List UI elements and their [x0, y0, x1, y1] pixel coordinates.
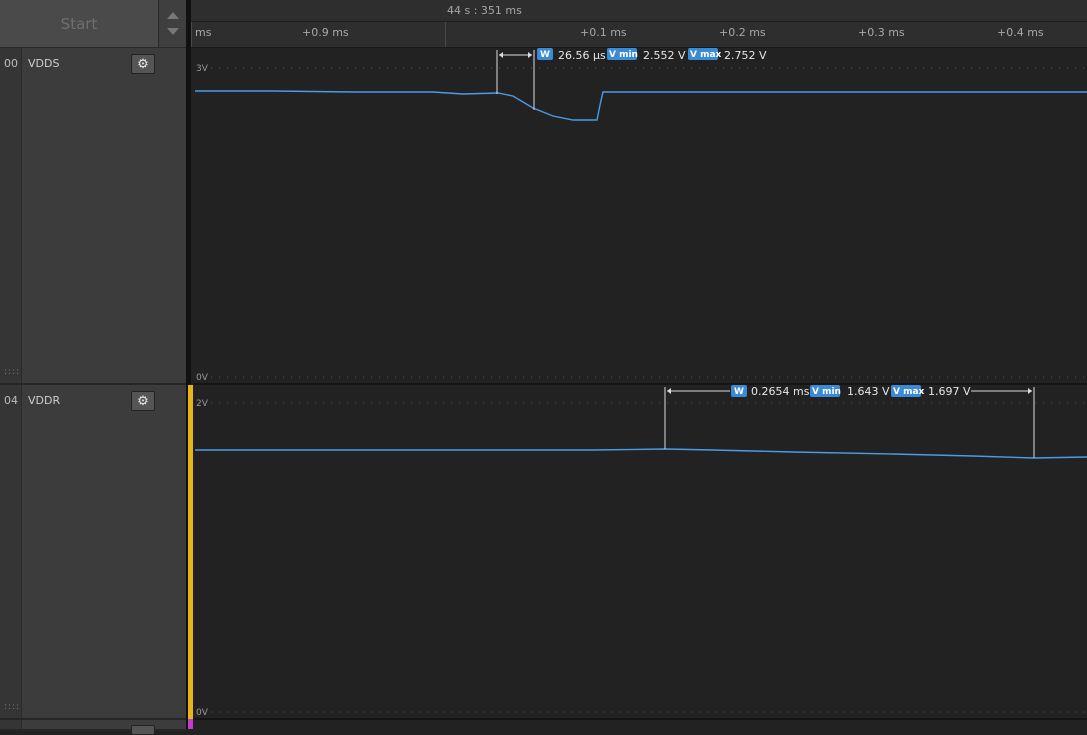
tick-label: +0.1 ms [580, 26, 627, 39]
measurement-readout[interactable]: W 0.2654 ms V min 1.643 V V max 1.697 V [731, 385, 971, 398]
voltage-trace [195, 90, 1087, 121]
channel-row-vddr[interactable]: 04 VDDR ⚙ :::: [0, 385, 186, 720]
measurement-readout[interactable]: W 26.56 µs V min 2.552 V V max 2.752 V [537, 48, 767, 62]
tick-label: +0.9 ms [302, 26, 349, 39]
resize-grip-icon[interactable]: :::: [4, 702, 20, 712]
voltage-trace [195, 448, 1087, 459]
gear-icon: ⚙ [137, 56, 149, 72]
vmin-tag-label: V min [609, 50, 638, 60]
channel-row-next[interactable] [0, 720, 186, 735]
y-axis-bottom-label: 0V [196, 708, 209, 718]
channel-row-vdds[interactable]: 00 VDDS ⚙ :::: [0, 48, 186, 385]
gear-icon: ⚙ [137, 393, 149, 409]
vmax-tag-label: V max [690, 50, 722, 60]
start-label: Start [60, 14, 98, 33]
channel-number-box: 00 [0, 48, 22, 383]
tick-line [445, 22, 446, 47]
waveform-canvas[interactable]: 3V 0V W 26.56 µs V min 2.552 V V max 2.7… [193, 48, 1087, 383]
waveform-plot-vdds[interactable]: 3V 0V W 26.56 µs V min 2.552 V V max 2.7… [193, 48, 1087, 385]
y-axis-bottom-label: 0V [196, 373, 209, 383]
tick-line [191, 22, 192, 47]
channel-number-box: 04 [0, 385, 22, 718]
timeline-ruler[interactable]: 44 s : 351 ms ms +0.9 ms +0.1 ms +0.2 ms… [191, 0, 1087, 48]
tick-label: ms [195, 26, 212, 39]
arrow-down-icon[interactable] [167, 28, 179, 35]
width-tag-label: W [540, 50, 550, 60]
start-button[interactable]: Start [0, 0, 158, 48]
channel-name: VDDR [28, 394, 61, 407]
vmax-value: 1.697 V [928, 385, 971, 398]
tick-label: +0.4 ms [997, 26, 1044, 39]
channel-settings-button[interactable]: ⚙ [131, 54, 155, 74]
arrow-up-icon[interactable] [167, 12, 179, 19]
width-tag-label: W [734, 387, 744, 397]
absolute-time-label: 44 s : 351 ms [447, 4, 522, 17]
vmin-value: 1.643 V [847, 385, 890, 398]
channel-name: VDDS [28, 57, 60, 70]
channel-number: 04 [4, 394, 18, 407]
channel-sidebar: Start 00 VDDS ⚙ :::: 04 VDDR ⚙ :::: [0, 0, 187, 735]
waveform-plot-vddr[interactable]: 2V 0V W 0.2654 ms V min 1.643 V V max 1.… [193, 385, 1087, 720]
vmin-value: 2.552 V [643, 49, 686, 62]
waveform-canvas[interactable]: 2V 0V W 0.2654 ms V min 1.643 V V max 1.… [193, 385, 1087, 718]
resize-grip-icon[interactable]: :::: [4, 367, 20, 377]
tick-label: +0.2 ms [719, 26, 766, 39]
width-value: 0.2654 ms [751, 385, 810, 398]
start-spinner[interactable] [158, 0, 187, 48]
absolute-time-row [191, 0, 1087, 22]
channel-number-box [0, 720, 22, 729]
channel-number: 00 [4, 57, 18, 70]
channel-color-bar-next [188, 719, 193, 729]
y-axis-top-label: 3V [196, 64, 209, 74]
channel-settings-button[interactable]: ⚙ [131, 391, 155, 411]
y-axis-top-label: 2V [196, 399, 209, 409]
vmin-tag-label: V min [812, 387, 841, 397]
tick-label: +0.3 ms [858, 26, 905, 39]
width-value: 26.56 µs [558, 49, 606, 62]
vmax-tag-label: V max [893, 387, 925, 397]
vmax-value: 2.752 V [724, 49, 767, 62]
channel-settings-button[interactable] [131, 725, 155, 735]
